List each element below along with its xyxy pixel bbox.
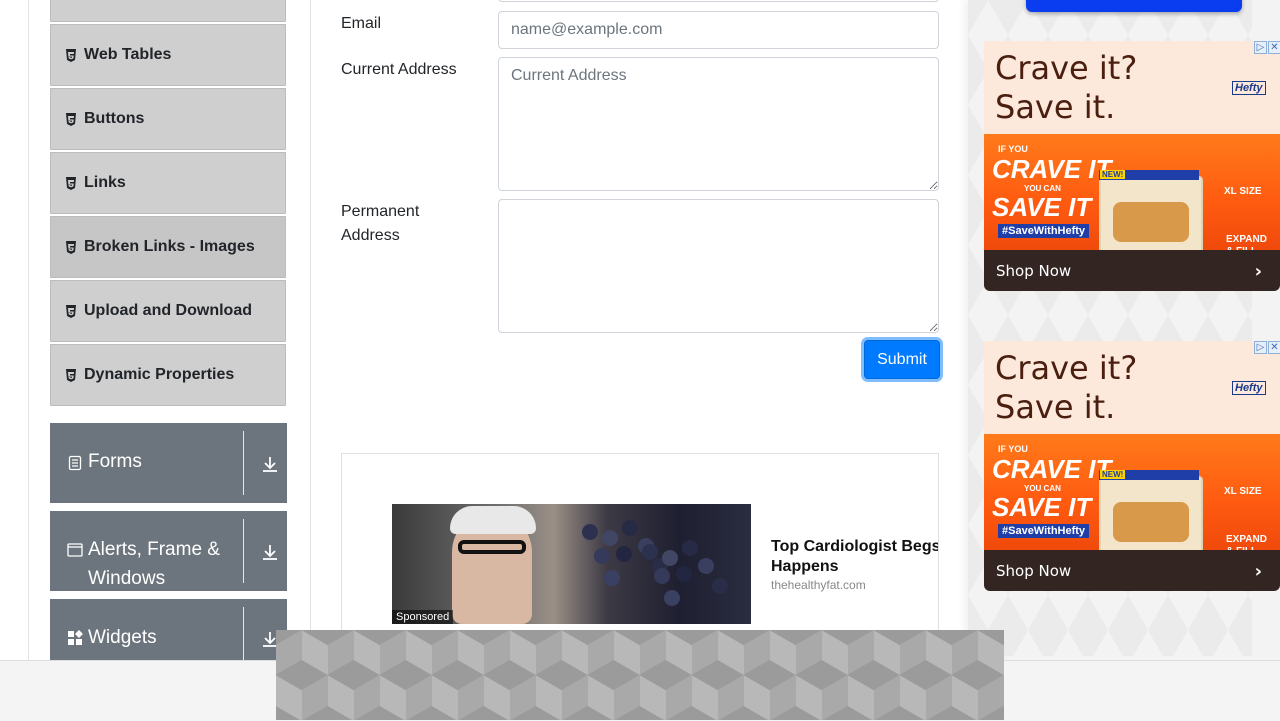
adchoices-icon[interactable]: ▷: [1254, 341, 1267, 354]
sidebar-item-label: Links: [84, 174, 126, 191]
widgets-icon: [67, 630, 83, 646]
group-divider: [243, 431, 244, 495]
hefty-ad-bottom[interactable]: Crave it? Save it. Hefty ▷ ✕ IF YOU CRAV…: [984, 341, 1280, 591]
ad-image[interactable]: IF YOU CRAVE IT YOU CAN SAVE IT #SaveWit…: [984, 134, 1280, 250]
hefty-logo: Hefty: [1232, 381, 1266, 395]
ad-title: Crave it? Save it.: [995, 349, 1138, 426]
html5-icon: [65, 304, 77, 318]
group-label: Forms: [88, 451, 142, 472]
shop-now-button[interactable]: Shop Now ›: [984, 250, 1280, 291]
group-widgets[interactable]: Widgets: [50, 599, 287, 669]
close-icon[interactable]: ✕: [1268, 341, 1280, 354]
current-address-field[interactable]: [498, 57, 939, 191]
hefty-ad-top[interactable]: Crave it? Save it. Hefty ▷ ✕ IF YOU CRAV…: [984, 41, 1280, 291]
sidebar-item-label: Buttons: [84, 110, 145, 127]
sidebar-item-upload-download[interactable]: Upload and Download: [50, 280, 286, 342]
sponsored-badge: Sponsored: [392, 610, 454, 624]
ad-button-partial[interactable]: [1026, 0, 1242, 12]
sidebar-item-dynamic-properties[interactable]: Dynamic Properties: [50, 344, 286, 406]
close-icon[interactable]: ✕: [1268, 41, 1280, 54]
group-alerts-frame-windows[interactable]: Alerts, Frame & Windows: [50, 511, 287, 591]
bottom-ad-banner[interactable]: [276, 630, 1004, 720]
shop-now-button[interactable]: Shop Now ›: [984, 550, 1280, 591]
sidebar-item-buttons[interactable]: Buttons: [50, 88, 286, 150]
group-label: Alerts, Frame & Windows: [88, 539, 220, 589]
sidebar-item-web-tables[interactable]: Web Tables: [50, 24, 286, 86]
sidebar-item-label: Dynamic Properties: [84, 366, 235, 383]
html5-icon: [65, 112, 77, 126]
chevron-right-icon: ›: [1254, 261, 1262, 282]
ad-image[interactable]: IF YOU CRAVE IT YOU CAN SAVE IT #SaveWit…: [984, 434, 1280, 550]
window-icon: [67, 542, 83, 558]
email-field[interactable]: [498, 11, 939, 49]
previous-input-edge: [498, 0, 939, 2]
html5-icon: [65, 240, 77, 254]
sidebar-item-label: Upload and Download: [84, 302, 252, 319]
html5-icon: [65, 176, 77, 190]
sponsored-image[interactable]: Sponsored: [392, 504, 751, 624]
sidebar-item-label: Web Tables: [84, 46, 172, 63]
html5-icon: [65, 368, 77, 382]
adchoices-icon[interactable]: ▷: [1254, 41, 1267, 54]
html5-icon: [65, 48, 77, 62]
sidebar-item-broken-links[interactable]: Broken Links - Images: [50, 216, 286, 278]
right-ad-column: Crave it? Save it. Hefty ▷ ✕ IF YOU CRAV…: [968, 0, 1280, 660]
sponsored-source: thehealthyfat.com: [771, 578, 866, 592]
permanent-address-field[interactable]: [498, 199, 939, 333]
document-icon: [67, 455, 83, 471]
sidebar-item-links[interactable]: Links: [50, 152, 286, 214]
email-label: Email: [341, 15, 382, 32]
sidebar-item-label: Broken Links - Images: [84, 238, 255, 255]
group-divider: [243, 607, 244, 661]
left-border: [28, 0, 29, 660]
group-divider: [243, 519, 244, 583]
download-arrow-icon[interactable]: [260, 454, 280, 474]
submit-button[interactable]: Submit: [864, 340, 940, 379]
sponsored-headline[interactable]: Top Cardiologist Begs: Qu Happens: [771, 537, 938, 577]
sidebar-item-partial[interactable]: [50, 0, 286, 22]
ad-title: Crave it? Save it.: [995, 49, 1138, 126]
permanent-address-label: Permanent Address: [341, 203, 420, 244]
group-forms[interactable]: Forms: [50, 423, 287, 503]
current-address-label: Current Address: [341, 61, 457, 78]
hefty-logo: Hefty: [1232, 81, 1266, 95]
group-label: Widgets: [88, 627, 157, 648]
download-arrow-icon[interactable]: [260, 542, 280, 562]
chevron-right-icon: ›: [1254, 561, 1262, 582]
sidebar-divider: [310, 0, 311, 660]
